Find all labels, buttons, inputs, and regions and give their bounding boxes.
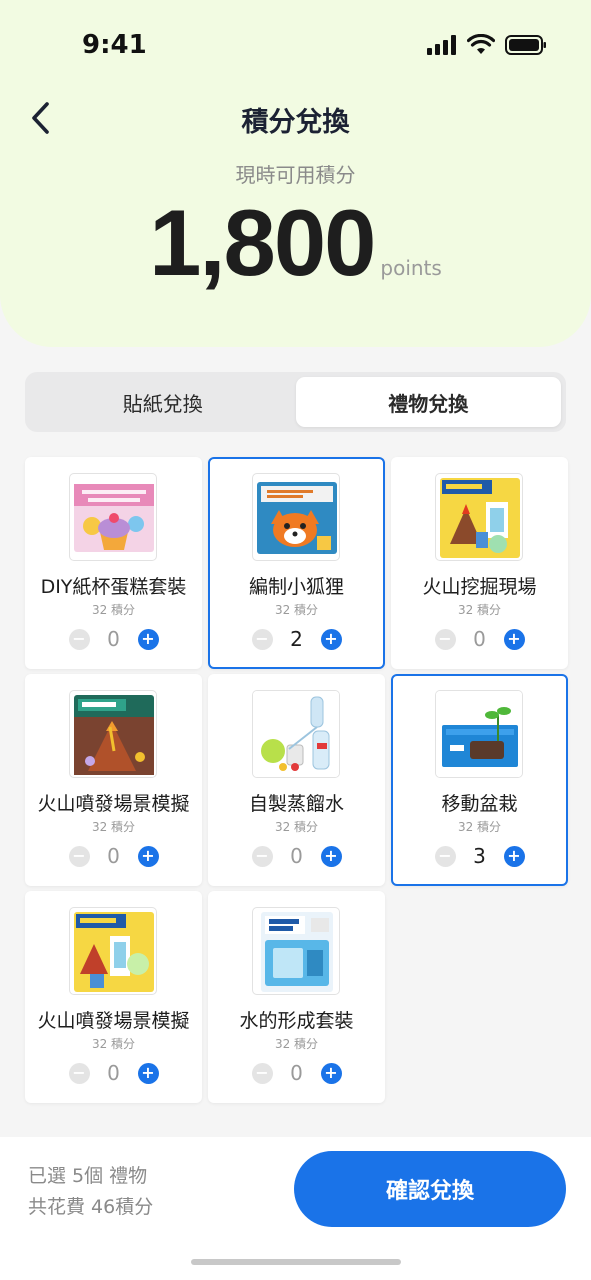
- gift-cost: 32 積分: [457, 820, 502, 834]
- gift-name: 自製蒸餾水: [248, 793, 344, 815]
- increase-button[interactable]: +: [137, 845, 159, 867]
- increase-button[interactable]: +: [320, 628, 342, 650]
- points-value: 1,800: [149, 190, 376, 295]
- gift-name: 火山噴發場景模擬: [37, 1010, 190, 1032]
- volcano-science-kit-image: [69, 907, 157, 995]
- quantity-value: 0: [107, 627, 120, 651]
- water-clock-kit-image: [252, 907, 340, 995]
- gift-card[interactable]: 水的形成套裝 32 積分 − 0 +: [208, 891, 385, 1103]
- tab-gift-redeem[interactable]: 禮物兌換: [295, 377, 561, 427]
- wifi-icon: [467, 34, 495, 54]
- distilled-water-kit-image: [252, 690, 340, 778]
- quantity-stepper: − 0 +: [27, 1061, 200, 1085]
- gift-cost: 32 積分: [91, 1037, 136, 1051]
- gift-name: 水的形成套裝: [239, 1010, 354, 1032]
- signal-icon: [427, 34, 456, 55]
- quantity-stepper: − 0 +: [27, 844, 200, 868]
- gift-card[interactable]: 火山挖掘現場 32 積分 − 0 +: [391, 457, 568, 669]
- increase-button[interactable]: +: [320, 845, 342, 867]
- gift-card[interactable]: 編制小狐狸 32 積分 − 2 +: [208, 457, 385, 669]
- decrease-button[interactable]: −: [434, 628, 456, 650]
- points-display: 1,800 points: [0, 196, 591, 290]
- quantity-value: 3: [473, 844, 486, 868]
- page-title: 積分兌換: [241, 107, 350, 138]
- quantity-value: 0: [290, 844, 303, 868]
- gift-name: 火山挖掘現場: [422, 576, 537, 598]
- gift-name: DIY紙杯蛋糕套裝: [40, 576, 187, 598]
- gift-name: 編制小狐狸: [248, 576, 344, 598]
- gift-cost: 32 積分: [274, 820, 319, 834]
- redeem-type-tabs: 貼紙兌換 禮物兌換: [25, 372, 566, 432]
- volcano-crystal-kit-image: [69, 690, 157, 778]
- quantity-value: 0: [473, 627, 486, 651]
- fox-doll-kit-image: [252, 473, 340, 561]
- status-icons: [427, 34, 547, 55]
- quantity-value: 2: [290, 627, 303, 651]
- gift-name: 火山噴發場景模擬: [37, 793, 190, 815]
- status-time: 9:41: [82, 30, 147, 60]
- quantity-value: 0: [290, 1061, 303, 1085]
- status-bar: 9:41: [0, 0, 591, 90]
- decrease-button[interactable]: −: [251, 1062, 273, 1084]
- volcano-dig-kit-image: [435, 473, 523, 561]
- points-unit: points: [380, 256, 442, 280]
- gift-cost: 32 積分: [274, 1037, 319, 1051]
- quantity-stepper: − 3 +: [393, 844, 566, 868]
- gift-cost: 32 積分: [91, 820, 136, 834]
- increase-button[interactable]: +: [503, 845, 525, 867]
- gift-card[interactable]: 火山噴發場景模擬 32 積分 − 0 +: [25, 674, 202, 886]
- quantity-stepper: − 0 +: [210, 844, 383, 868]
- home-indicator[interactable]: [191, 1259, 401, 1265]
- gift-cost: 32 積分: [457, 603, 502, 617]
- checkout-bar: 已選 5個 禮物 共花費 46積分 確認兌換: [0, 1137, 591, 1280]
- gift-card[interactable]: 火山噴發場景模擬 32 積分 − 0 +: [25, 891, 202, 1103]
- cupcake-kit-image: [69, 473, 157, 561]
- quantity-stepper: − 0 +: [27, 627, 200, 651]
- quantity-value: 0: [107, 844, 120, 868]
- increase-button[interactable]: +: [320, 1062, 342, 1084]
- increase-button[interactable]: +: [503, 628, 525, 650]
- gift-cost: 32 積分: [91, 603, 136, 617]
- decrease-button[interactable]: −: [251, 845, 273, 867]
- gift-card[interactable]: 自製蒸餾水 32 積分 − 0 +: [208, 674, 385, 886]
- gift-card[interactable]: DIY紙杯蛋糕套裝 32 積分 − 0 +: [25, 457, 202, 669]
- selected-count-text: 已選 5個 禮物: [28, 1165, 148, 1187]
- decrease-button[interactable]: −: [68, 628, 90, 650]
- battery-icon: [505, 34, 546, 55]
- quantity-stepper: − 0 +: [210, 1061, 383, 1085]
- decrease-button[interactable]: −: [434, 845, 456, 867]
- increase-button[interactable]: +: [137, 1062, 159, 1084]
- moving-plant-kit-image: [435, 690, 523, 778]
- gift-card[interactable]: 移動盆栽 32 積分 − 3 +: [391, 674, 568, 886]
- increase-button[interactable]: +: [137, 628, 159, 650]
- gift-name: 移動盆栽: [441, 793, 518, 815]
- decrease-button[interactable]: −: [251, 628, 273, 650]
- tab-sticker-redeem[interactable]: 貼紙兌換: [30, 377, 296, 427]
- total-cost-text: 共花費 46積分: [28, 1196, 154, 1218]
- points-header: 9:41 積分兌換 現時可用積分 1,800 points: [0, 0, 591, 347]
- quantity-value: 0: [107, 1061, 120, 1085]
- gift-cost: 32 積分: [274, 603, 319, 617]
- points-label: 現時可用積分: [235, 163, 356, 187]
- confirm-redeem-button[interactable]: 確認兌換: [294, 1151, 566, 1227]
- decrease-button[interactable]: −: [68, 845, 90, 867]
- decrease-button[interactable]: −: [68, 1062, 90, 1084]
- quantity-stepper: − 0 +: [393, 627, 566, 651]
- quantity-stepper: − 2 +: [210, 627, 383, 651]
